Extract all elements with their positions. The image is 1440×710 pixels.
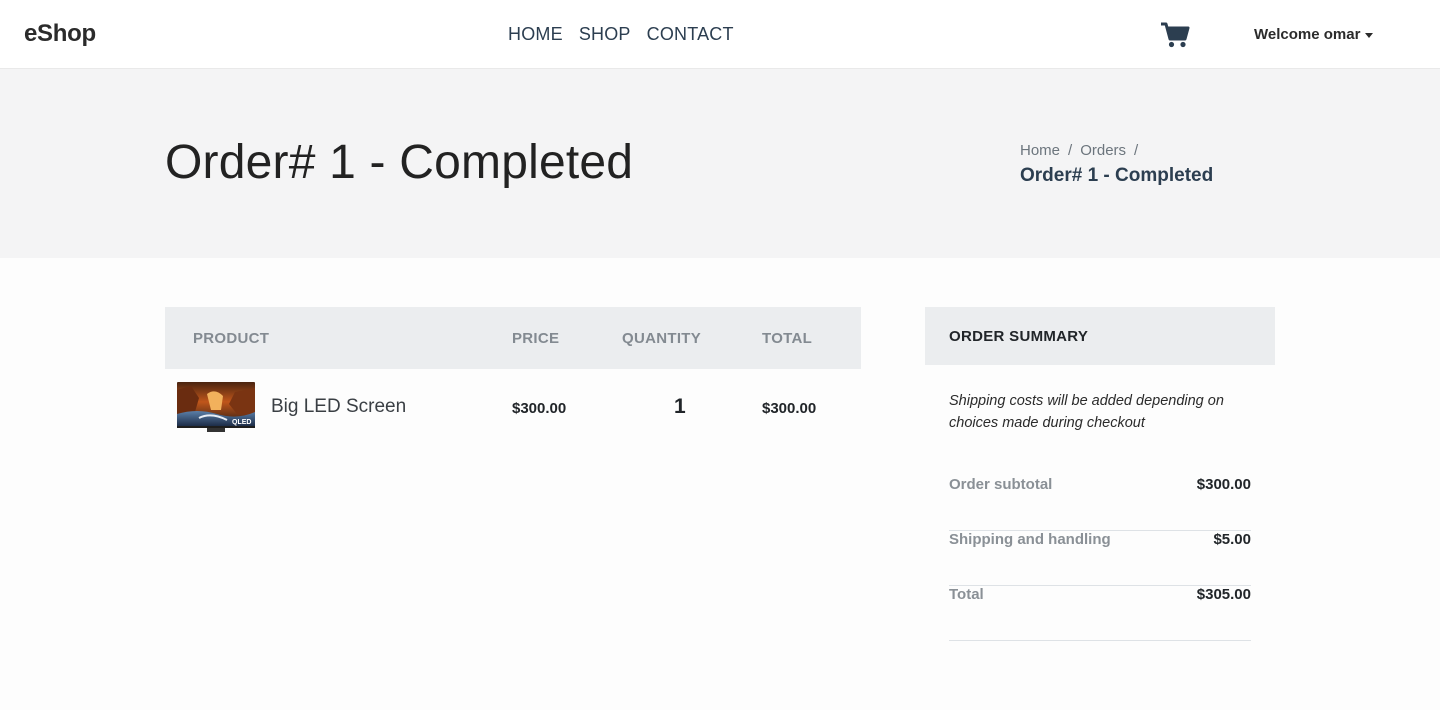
order-summary: ORDER SUMMARY Shipping costs will be add… (925, 307, 1275, 641)
summary-value: $5.00 (1213, 531, 1251, 548)
summary-row-total: Total $305.00 (949, 586, 1251, 641)
product-price: $300.00 (512, 400, 567, 417)
product-thumbnail[interactable]: QLED (177, 382, 255, 432)
breadcrumb-separator: / (1134, 142, 1139, 159)
summary-row-subtotal: Order subtotal $300.00 (949, 476, 1251, 531)
summary-value: $300.00 (1196, 476, 1251, 493)
main-nav: HOME SHOP CONTACT (508, 24, 734, 45)
nav-link-home[interactable]: HOME (508, 24, 563, 45)
brand-logo[interactable]: eShop (24, 20, 96, 48)
product-quantity: 1 (674, 395, 686, 418)
order-summary-header: ORDER SUMMARY (925, 307, 1275, 365)
shopping-cart-icon[interactable] (1160, 21, 1190, 49)
thumbnail-qled-label: QLED (232, 419, 251, 426)
user-menu-label: Welcome omar (1254, 26, 1361, 43)
order-summary-title: ORDER SUMMARY (949, 328, 1089, 345)
summary-value: $305.00 (1196, 586, 1251, 603)
caret-down-icon (1365, 32, 1374, 38)
column-header-product: PRODUCT (193, 330, 270, 347)
table-header: PRODUCT PRICE QUANTITY TOTAL (165, 307, 861, 369)
user-menu-dropdown[interactable]: Welcome omar (1254, 26, 1374, 43)
summary-row-shipping: Shipping and handling $5.00 (949, 531, 1251, 586)
breadcrumb: Home / Orders / Order# 1 - Completed (1020, 142, 1213, 187)
shipping-note: Shipping costs will be added depending o… (949, 393, 1224, 431)
table-row: QLED Big LED Screen $300.00 1 $300.00 (165, 369, 861, 445)
summary-label: Total (949, 586, 984, 603)
breadcrumb-orders[interactable]: Orders (1080, 142, 1126, 159)
column-header-quantity: QUANTITY (622, 330, 702, 347)
breadcrumb-current: Order# 1 - Completed (1020, 165, 1214, 186)
summary-label: Order subtotal (949, 476, 1053, 493)
nav-link-shop[interactable]: SHOP (579, 24, 631, 45)
order-items-table: PRODUCT PRICE QUANTITY TOTAL QLED Big LE… (165, 307, 861, 445)
product-name-link[interactable]: Big LED Screen (271, 396, 406, 418)
column-header-price: PRICE (512, 330, 560, 347)
column-header-total: TOTAL (762, 330, 813, 347)
nav-link-contact[interactable]: CONTACT (647, 24, 734, 45)
product-total: $300.00 (762, 400, 817, 417)
breadcrumb-separator: / (1068, 142, 1073, 159)
top-navbar: eShop HOME SHOP CONTACT Welcome omar (0, 0, 1440, 69)
page-header: Order# 1 - Completed Home / Orders / Ord… (0, 69, 1440, 258)
summary-label: Shipping and handling (949, 531, 1111, 548)
page-title: Order# 1 - Completed (165, 136, 634, 189)
breadcrumb-home[interactable]: Home (1020, 142, 1060, 159)
